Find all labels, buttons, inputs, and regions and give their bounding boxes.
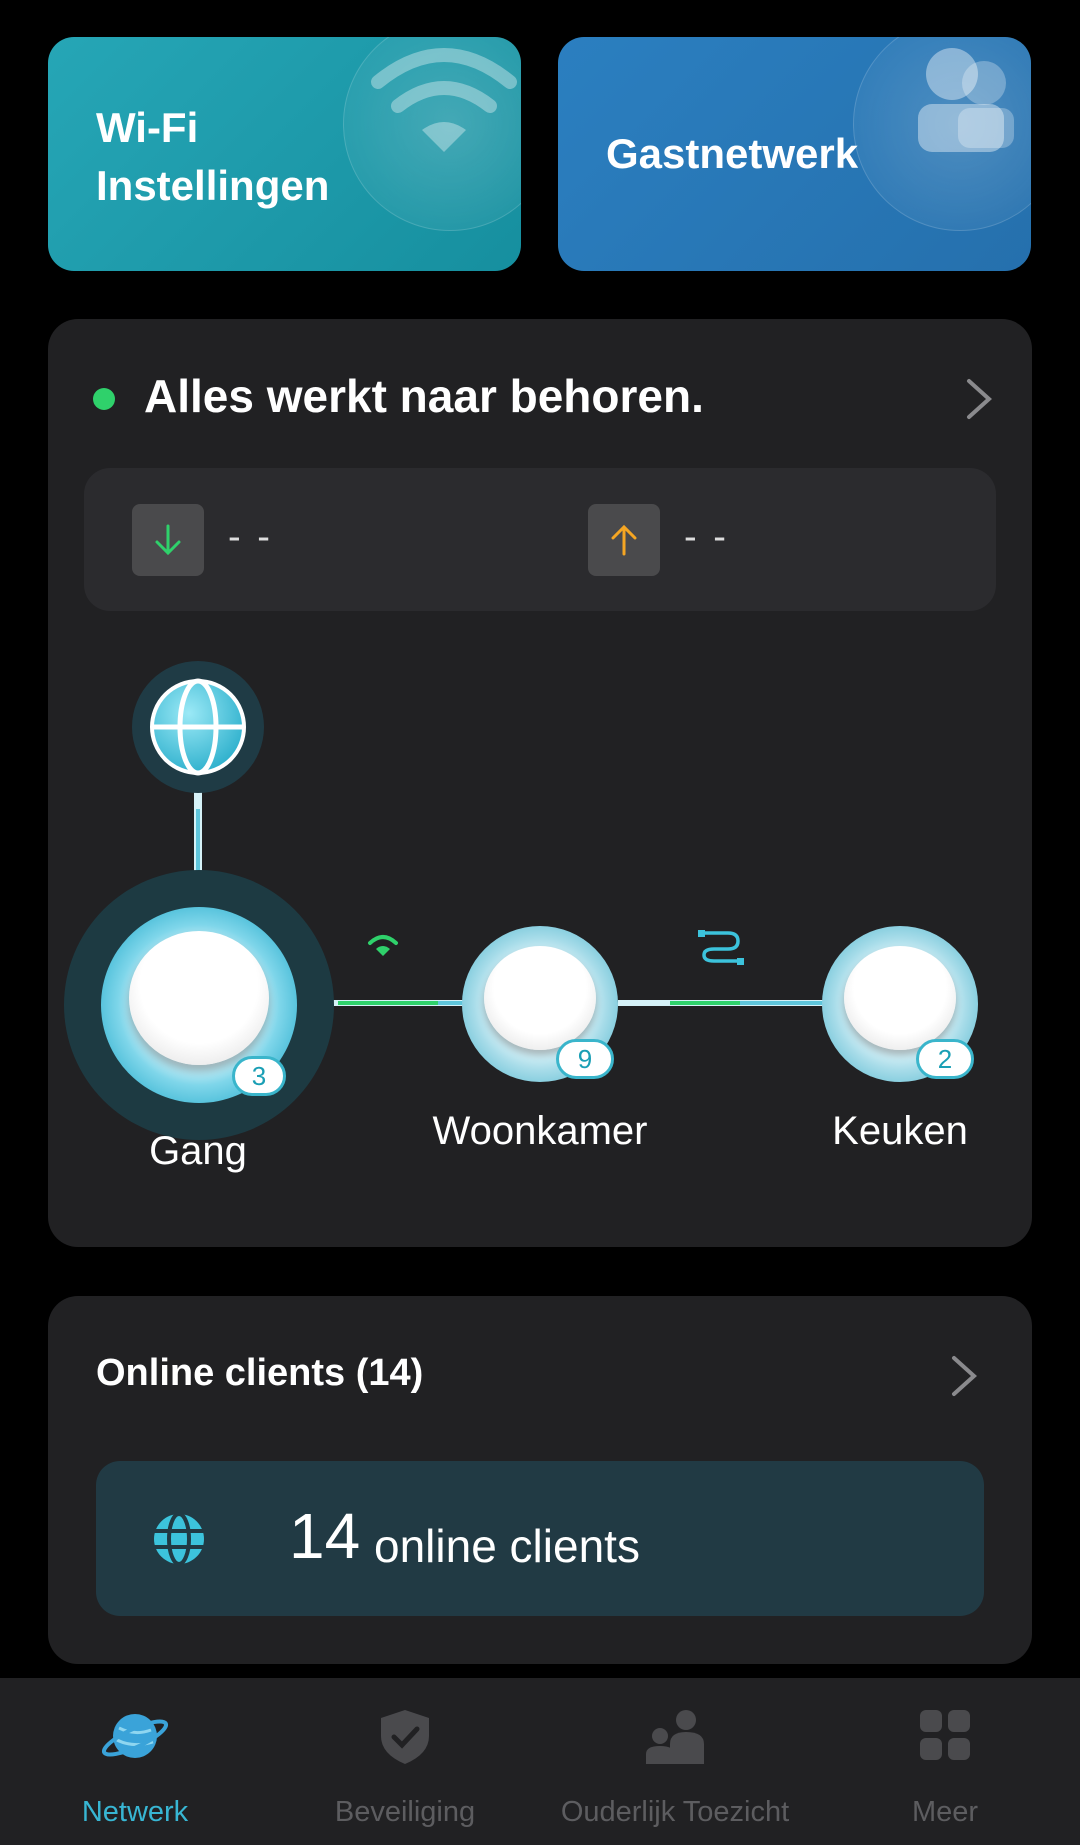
internet-globe-icon[interactable] (132, 661, 264, 793)
online-clients-card[interactable]: Online clients (14) 14 online clients (48, 1296, 1032, 1664)
client-count-badge: 2 (916, 1039, 974, 1079)
tab-label-ouderlijk-toezicht: Ouderlijk Toezicht (560, 1796, 790, 1828)
ethernet-cable-icon (698, 930, 744, 965)
mesh-node-keuken[interactable]: 2 (822, 926, 982, 1086)
bottom-tab-bar: Netwerk Beveiliging Ouderlijk Toezicht M… (0, 1678, 1080, 1845)
client-count-badge: 9 (556, 1039, 614, 1079)
client-count-badge: 3 (232, 1056, 286, 1096)
wifi-settings-tile[interactable]: Wi-Fi Instellingen (48, 37, 521, 271)
online-clients-title: Online clients (14) (96, 1352, 424, 1394)
tab-label-beveiliging: Beveiliging (334, 1796, 476, 1828)
tab-netwerk[interactable]: Netwerk (0, 1678, 270, 1845)
online-clients-count: 14 (289, 1500, 361, 1572)
family-icon (646, 1710, 704, 1764)
tab-label-netwerk: Netwerk (81, 1796, 189, 1828)
globe-icon (154, 1512, 204, 1566)
tab-meer[interactable]: Meer (810, 1678, 1080, 1845)
node-label-woonkamer: Woonkamer (432, 1109, 648, 1153)
node-label-gang: Gang (149, 1129, 247, 1173)
shield-check-icon (381, 1710, 429, 1764)
wifi-icon (368, 935, 398, 956)
chevron-right-icon (952, 1356, 977, 1396)
guest-network-label: Gastnetwerk (606, 130, 859, 177)
people-icon (853, 37, 1031, 231)
planet-icon (101, 1714, 169, 1758)
online-clients-suffix: online clients (374, 1520, 640, 1572)
grid-icon (920, 1710, 970, 1760)
tab-beveiliging[interactable]: Beveiliging (270, 1678, 540, 1845)
mesh-node-woonkamer[interactable]: 9 (462, 926, 622, 1086)
tab-label-meer: Meer (911, 1796, 979, 1828)
wifi-settings-label: Wi-Fi Instellingen (96, 104, 330, 209)
mesh-topology: 3 Gang 9 Woonkamer 2 Keuken (48, 319, 1032, 1247)
node-label-keuken: Keuken (832, 1109, 968, 1153)
mesh-node-gang[interactable]: 3 (64, 870, 334, 1140)
network-status-card: Alles werkt naar behoren. - - - - 3 Gang… (48, 319, 1032, 1247)
guest-network-tile[interactable]: Gastnetwerk (558, 37, 1031, 271)
online-clients-summary[interactable]: 14 online clients (96, 1461, 984, 1616)
tab-ouderlijk-toezicht[interactable]: Ouderlijk Toezicht (540, 1678, 810, 1845)
